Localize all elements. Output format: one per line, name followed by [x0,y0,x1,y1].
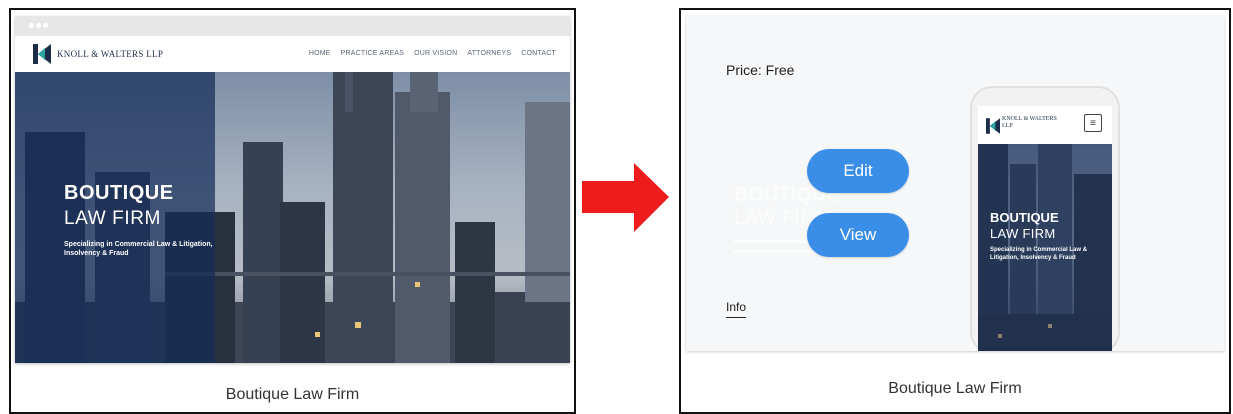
nav-link-attorneys[interactable]: ATTORNEYS [467,50,511,57]
template-preview-panel: KNOLL & WALTERS LLP HOME PRACTICE AREAS … [9,8,576,414]
hero-subtitle: Specializing in Commercial Law & Litigat… [64,241,213,257]
mobile-hero-image: BOUTIQUE LAW FIRM Specializing in Commer… [978,144,1112,351]
window-dot-icon [29,23,34,28]
window-dot-icon [43,23,48,28]
site-nav-menu: HOME PRACTICE AREAS OUR VISION ATTORNEYS… [309,50,556,57]
knoll-walters-logo-icon [986,118,1000,134]
price-label: Price: Free [726,62,795,78]
nav-link-practice-areas[interactable]: PRACTICE AREAS [341,50,404,57]
hero-title-line2: LAW FIRM [64,208,161,229]
mobile-preview-screen: KNOLL & WALTERS LLP ≡ BOUTIQUE LAW FIRM … [978,106,1112,351]
browser-toolbar [15,16,570,36]
faded-subtitle-line [734,250,818,253]
mobile-hero-title-line2: LAW FIRM [990,226,1056,241]
template-hover-card[interactable]: BOUTIQUE LAW FIRM Price: Free Edit View … [686,16,1224,351]
mobile-hero-subtitle: Specializing in Commercial Law & Litigat… [990,247,1088,261]
site-header: KNOLL & WALTERS LLP HOME PRACTICE AREAS … [15,36,570,72]
mobile-site-header: KNOLL & WALTERS LLP ≡ [978,106,1112,144]
mobile-preview-phone: KNOLL & WALTERS LLP ≡ BOUTIQUE LAW FIRM … [970,86,1120,351]
edit-button[interactable]: Edit [807,149,909,193]
info-link[interactable]: Info [726,300,747,318]
hamburger-menu-icon[interactable]: ≡ [1084,114,1102,132]
knoll-walters-logo-icon [33,44,51,64]
view-button[interactable]: View [807,213,909,257]
mobile-logo-text: KNOLL & WALTERS LLP [1002,116,1057,129]
window-dot-icon [36,23,41,28]
mobile-hero-title-line1: BOUTIQUE [990,210,1059,225]
site-logo-text: KNOLL & WALTERS LLP [57,49,164,59]
nav-link-contact[interactable]: CONTACT [521,50,556,57]
nav-link-our-vision[interactable]: OUR VISION [414,50,457,57]
template-hover-panel: BOUTIQUE LAW FIRM Price: Free Edit View … [679,8,1231,414]
template-caption: Boutique Law Firm [225,386,360,403]
browser-mockup: KNOLL & WALTERS LLP HOME PRACTICE AREAS … [15,16,570,363]
hero-title-line1: BOUTIQUE [64,182,174,204]
right-arrow-icon [582,163,669,232]
hero-image: BOUTIQUE LAW FIRM Specializing in Commer… [15,72,570,363]
template-caption: Boutique Law Firm [888,380,1022,397]
nav-link-home[interactable]: HOME [309,50,331,57]
